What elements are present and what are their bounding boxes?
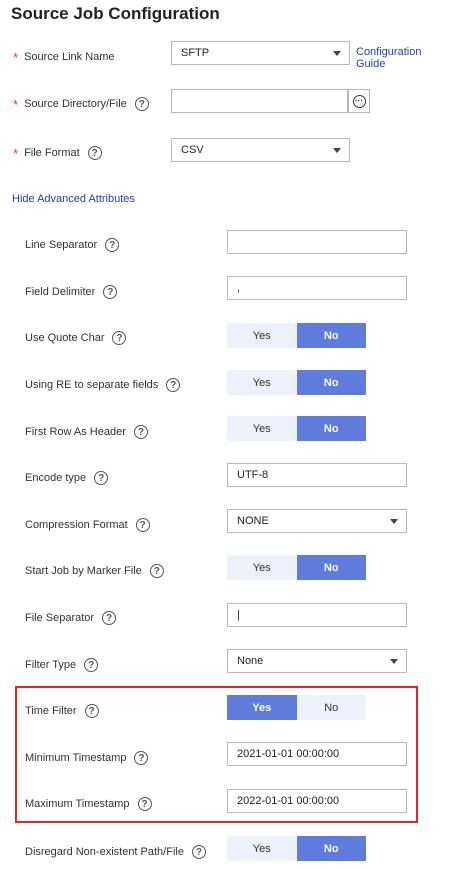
disregard-toggle[interactable]: Yes No	[227, 836, 366, 861]
encode-type-label-row: Encode type ?	[25, 468, 109, 488]
help-icon[interactable]: ?	[134, 97, 149, 111]
source-link-label: Source Link Name	[24, 51, 115, 63]
source-link-select[interactable]: SFTP	[171, 41, 350, 65]
min-timestamp-input[interactable]: 2021-01-01 00:00:00	[227, 742, 407, 766]
required-mark: *	[13, 49, 19, 65]
using-re-label: Using RE to separate fields	[25, 379, 159, 391]
filter-type-value: None	[237, 655, 264, 667]
required-mark: *	[13, 96, 19, 112]
compression-format-label-row: Compression Format ?	[25, 515, 150, 535]
chevron-down-icon	[333, 51, 341, 56]
file-format-label-row: * File Format ?	[13, 143, 102, 163]
yes-option[interactable]: Yes	[227, 695, 297, 720]
min-timestamp-label-row: Minimum Timestamp ?	[25, 748, 149, 768]
encode-type-label: Encode type	[25, 472, 87, 484]
no-option[interactable]: No	[296, 416, 366, 441]
marker-file-label: Start Job by Marker File	[25, 565, 142, 577]
encode-type-input[interactable]: UTF-8	[227, 463, 407, 487]
disregard-label-row: Disregard Non-existent Path/File ?	[25, 842, 206, 862]
source-link-value: SFTP	[181, 47, 210, 59]
source-link-label-row: * Source Link Name	[13, 47, 115, 67]
field-delimiter-label-row: Field Delimiter ?	[25, 282, 118, 302]
use-quote-char-toggle[interactable]: Yes No	[227, 323, 366, 348]
chevron-down-icon	[390, 659, 398, 664]
max-timestamp-input[interactable]: 2022-01-01 00:00:00	[227, 789, 407, 813]
help-icon[interactable]: ?	[87, 146, 102, 160]
yes-option[interactable]: Yes	[227, 836, 297, 861]
file-format-select[interactable]: CSV	[171, 138, 350, 162]
no-option[interactable]: No	[296, 555, 366, 580]
configuration-guide-link[interactable]: Configuration Guide	[356, 46, 453, 70]
file-separator-label: File Separator	[25, 612, 95, 624]
no-option[interactable]: No	[296, 370, 366, 395]
filter-type-label: Filter Type	[25, 659, 77, 671]
required-mark: *	[13, 145, 19, 161]
line-separator-label: Line Separator	[25, 239, 98, 251]
no-option[interactable]: No	[296, 695, 366, 720]
compression-format-select[interactable]: NONE	[227, 509, 407, 533]
time-filter-toggle[interactable]: Yes No	[227, 695, 366, 720]
compression-format-value: NONE	[237, 515, 269, 527]
filter-type-select[interactable]: None	[227, 649, 407, 673]
help-icon[interactable]: ?	[149, 564, 164, 578]
using-re-toggle[interactable]: Yes No	[227, 370, 366, 395]
help-icon[interactable]: ?	[137, 797, 152, 811]
first-row-header-label: First Row As Header	[25, 426, 126, 438]
help-icon[interactable]: ?	[103, 285, 118, 299]
field-delimiter-label: Field Delimiter	[25, 286, 96, 298]
help-icon[interactable]: ?	[112, 331, 127, 345]
help-icon[interactable]: ?	[102, 611, 117, 625]
min-timestamp-label: Minimum Timestamp	[25, 752, 127, 764]
source-dir-input[interactable]	[171, 89, 348, 113]
use-quote-char-label-row: Use Quote Char ?	[25, 328, 127, 348]
first-row-header-toggle[interactable]: Yes No	[227, 416, 366, 441]
filter-type-label-row: Filter Type ?	[25, 655, 99, 675]
yes-option[interactable]: Yes	[227, 416, 297, 441]
chevron-down-icon	[390, 519, 398, 524]
browse-button[interactable]: ···	[348, 89, 370, 113]
marker-file-toggle[interactable]: Yes No	[227, 555, 366, 580]
marker-file-label-row: Start Job by Marker File ?	[25, 561, 164, 581]
help-icon[interactable]: ?	[191, 845, 206, 859]
yes-option[interactable]: Yes	[227, 370, 297, 395]
compression-format-label: Compression Format	[25, 519, 128, 531]
time-filter-label-row: Time Filter ?	[25, 701, 99, 721]
hide-advanced-link[interactable]: Hide Advanced Attributes	[12, 193, 135, 205]
source-dir-label: Source Directory/File	[24, 98, 127, 110]
first-row-header-label-row: First Row As Header ?	[25, 422, 148, 442]
yes-option[interactable]: Yes	[227, 323, 297, 348]
help-icon[interactable]: ?	[84, 704, 99, 718]
file-format-label: File Format	[24, 147, 80, 159]
time-filter-label: Time Filter	[25, 705, 77, 717]
file-format-value: CSV	[181, 144, 204, 156]
max-timestamp-label-row: Maximum Timestamp ?	[25, 794, 152, 814]
help-icon[interactable]: ?	[135, 518, 150, 532]
chevron-down-icon	[333, 148, 341, 153]
line-separator-label-row: Line Separator ?	[25, 235, 120, 255]
disregard-label: Disregard Non-existent Path/File	[25, 846, 184, 858]
page-title: Source Job Configuration	[11, 4, 220, 23]
help-icon[interactable]: ?	[84, 658, 99, 672]
file-separator-label-row: File Separator ?	[25, 608, 117, 628]
use-quote-char-label: Use Quote Char	[25, 332, 105, 344]
using-re-label-row: Using RE to separate fields ?	[25, 375, 181, 395]
line-separator-input[interactable]	[227, 230, 407, 254]
help-icon[interactable]: ?	[133, 425, 148, 439]
no-option[interactable]: No	[296, 836, 366, 861]
max-timestamp-label: Maximum Timestamp	[25, 798, 130, 810]
more-icon: ···	[352, 94, 366, 108]
help-icon[interactable]: ?	[105, 238, 120, 252]
no-option[interactable]: No	[296, 323, 366, 348]
source-dir-label-row: * Source Directory/File ?	[13, 94, 149, 114]
help-icon[interactable]: ?	[94, 471, 109, 485]
field-delimiter-input[interactable]: ,	[227, 276, 407, 300]
yes-option[interactable]: Yes	[227, 555, 297, 580]
help-icon[interactable]: ?	[166, 378, 181, 392]
help-icon[interactable]: ?	[134, 751, 149, 765]
file-separator-input[interactable]: |	[227, 603, 407, 627]
